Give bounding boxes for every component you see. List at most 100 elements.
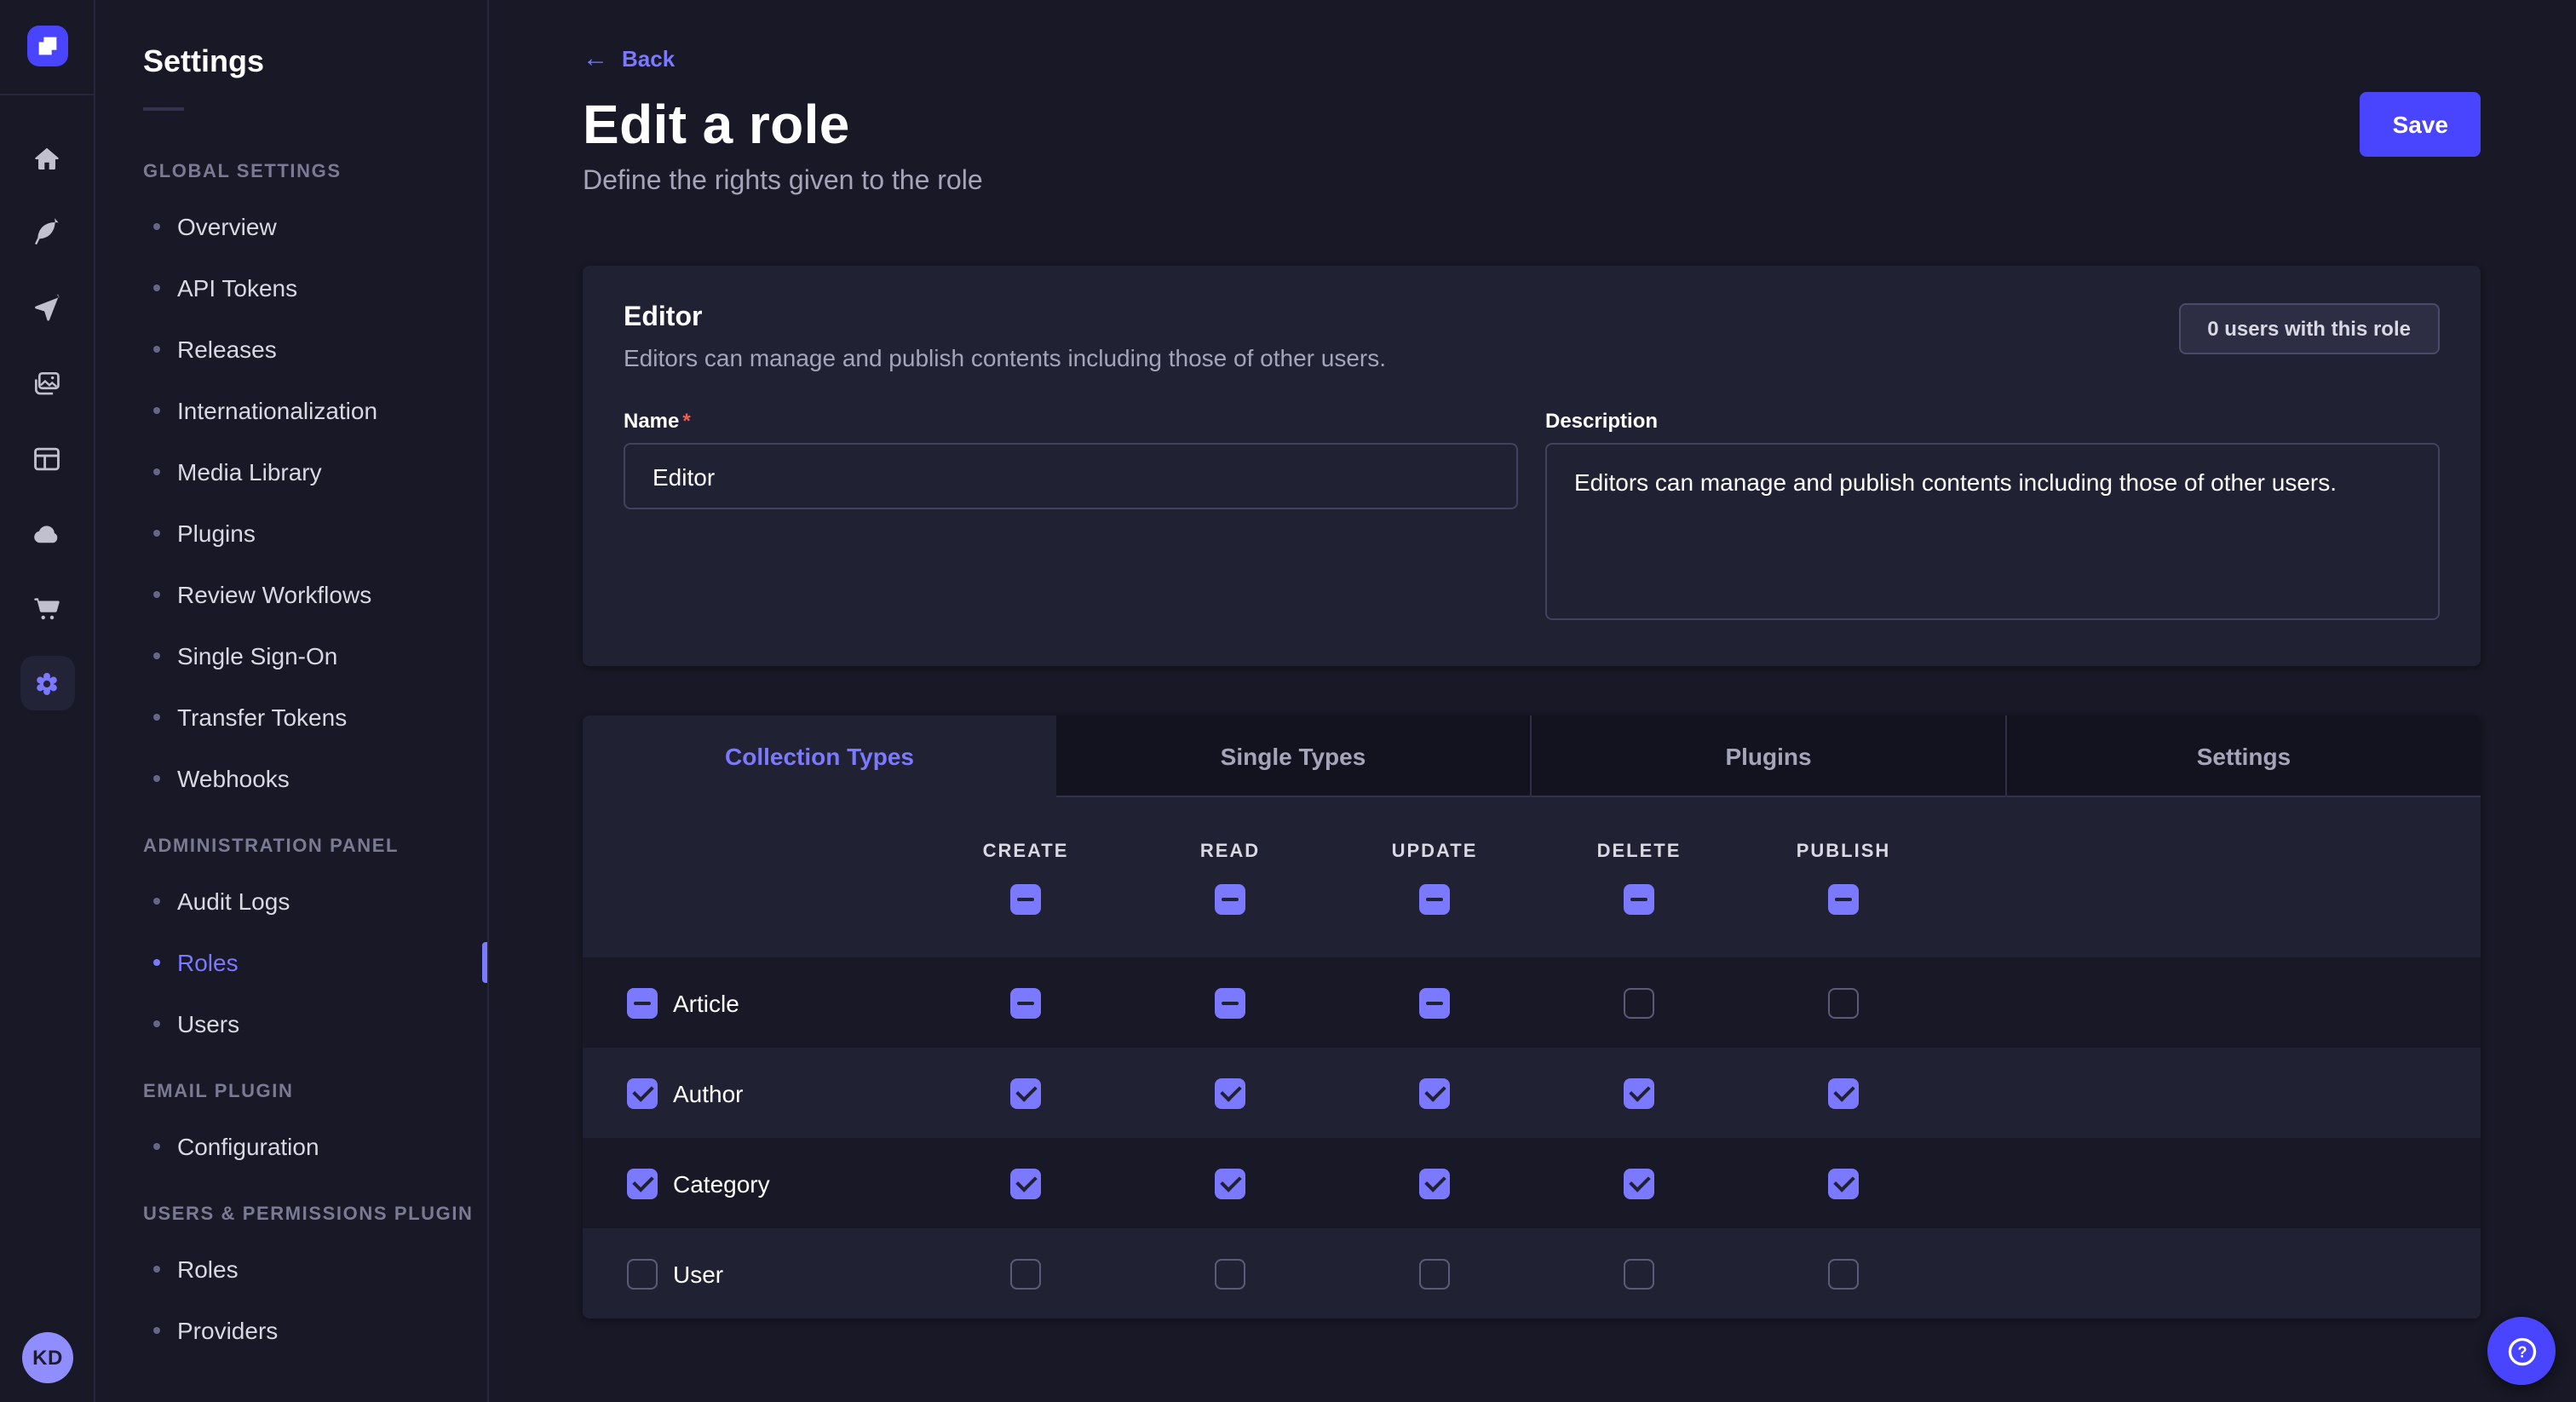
permission-cell [1128, 987, 1332, 1018]
description-label: Description [1545, 409, 2440, 433]
bullet-icon [153, 898, 160, 905]
back-link[interactable]: ← Back [583, 46, 675, 72]
article-update-indeterminate-checkbox[interactable] [1419, 987, 1450, 1018]
user-avatar[interactable]: KD [22, 1332, 73, 1383]
tab-collection-types[interactable]: Collection Types [583, 715, 1056, 797]
main-content: ← Back Edit a role Save Define the right… [489, 0, 2576, 1402]
author-read-checked-checkbox[interactable] [1215, 1077, 1245, 1108]
subnav-item-label: Internationalization [177, 397, 377, 424]
user-select-unchecked-checkbox[interactable] [627, 1258, 658, 1289]
paper-plane-icon[interactable] [20, 281, 74, 336]
author-publish-checked-checkbox[interactable] [1828, 1077, 1859, 1108]
subnav-item-label: Media Library [177, 458, 322, 486]
description-textarea[interactable]: Editors can manage and publish contents … [1545, 443, 2440, 620]
article-delete-unchecked-checkbox[interactable] [1624, 987, 1654, 1018]
settings-gear-icon[interactable] [20, 656, 74, 710]
user-delete-unchecked-checkbox[interactable] [1624, 1258, 1654, 1289]
user-publish-unchecked-checkbox[interactable] [1828, 1258, 1859, 1289]
category-publish-checked-checkbox[interactable] [1828, 1168, 1859, 1198]
tab-settings[interactable]: Settings [2005, 715, 2481, 797]
permission-cell [1537, 987, 1741, 1018]
article-select-indeterminate-checkbox[interactable] [627, 987, 658, 1018]
subnav-item-releases[interactable]: Releases [95, 319, 487, 380]
main-nav-rail: KD [0, 0, 95, 1402]
name-label: Name* [624, 409, 1518, 433]
article-create-indeterminate-checkbox[interactable] [1010, 987, 1041, 1018]
author-update-checked-checkbox[interactable] [1419, 1077, 1450, 1108]
user-create-unchecked-checkbox[interactable] [1010, 1258, 1041, 1289]
author-select-checked-checkbox[interactable] [627, 1077, 658, 1108]
subnav-item-plugins[interactable]: Plugins [95, 503, 487, 564]
select-all-row [583, 883, 2481, 914]
subnav-item-label: Webhooks [177, 765, 290, 792]
category-create-checked-checkbox[interactable] [1010, 1168, 1041, 1198]
permission-cell [1741, 1077, 1946, 1108]
user-read-unchecked-checkbox[interactable] [1215, 1258, 1245, 1289]
media-library-icon[interactable] [20, 356, 74, 411]
subnav-item-media-library[interactable]: Media Library [95, 441, 487, 503]
permissions-table-header: CREATEREADUPDATEDELETEPUBLISH [583, 797, 2481, 957]
strapi-logo[interactable] [26, 26, 67, 66]
home-icon[interactable] [20, 131, 74, 186]
subnav-item-internationalization[interactable]: Internationalization [95, 380, 487, 441]
subnav-item-transfer-tokens[interactable]: Transfer Tokens [95, 687, 487, 748]
tab-plugins[interactable]: Plugins [1530, 715, 2005, 797]
select-all-cell [1537, 883, 1741, 914]
name-input[interactable] [624, 443, 1518, 509]
cloud-icon[interactable] [20, 506, 74, 560]
subnav-item-review-workflows[interactable]: Review Workflows [95, 564, 487, 625]
role-details-card: Editor Editors can manage and publish co… [583, 266, 2481, 666]
bullet-icon [153, 714, 160, 721]
subnav-item-roles[interactable]: Roles [95, 1238, 487, 1300]
subnav-item-audit-logs[interactable]: Audit Logs [95, 871, 487, 932]
role-name-heading: Editor [624, 303, 1386, 334]
subnav-item-providers[interactable]: Providers [95, 1300, 487, 1361]
description-field-group: Description Editors can manage and publi… [1545, 409, 2440, 629]
article-read-indeterminate-checkbox[interactable] [1215, 987, 1245, 1018]
column-header-create: CREATE [923, 841, 1128, 861]
subnav-item-overview[interactable]: Overview [95, 196, 487, 257]
select-all-create-indeterminate-checkbox[interactable] [1010, 883, 1041, 914]
subnav-item-single-sign-on[interactable]: Single Sign-On [95, 625, 487, 687]
save-button[interactable]: Save [2360, 92, 2481, 157]
permission-cell [1741, 1258, 1946, 1289]
users-count-badge[interactable]: 0 users with this role [2178, 303, 2440, 354]
app-root: KD Settings GLOBAL SETTINGSOverviewAPI T… [0, 0, 2576, 1402]
role-card-heading-group: Editor Editors can manage and publish co… [624, 303, 1386, 371]
author-delete-checked-checkbox[interactable] [1624, 1077, 1654, 1108]
subnav-section-heading: ADMINISTRATION PANEL [95, 809, 487, 871]
content-manager-feather-icon[interactable] [20, 206, 74, 261]
role-description-text: Editors can manage and publish contents … [624, 344, 1386, 371]
select-all-read-indeterminate-checkbox[interactable] [1215, 883, 1245, 914]
permission-cell [1537, 1258, 1741, 1289]
marketplace-cart-icon[interactable] [20, 581, 74, 635]
select-all-delete-indeterminate-checkbox[interactable] [1624, 883, 1654, 914]
select-all-update-indeterminate-checkbox[interactable] [1419, 883, 1450, 914]
subnav-item-webhooks[interactable]: Webhooks [95, 748, 487, 809]
category-select-checked-checkbox[interactable] [627, 1168, 658, 1198]
select-all-publish-indeterminate-checkbox[interactable] [1828, 883, 1859, 914]
subnav-item-api-tokens[interactable]: API Tokens [95, 257, 487, 319]
permissions-table-rows: ArticleAuthorCategoryUser [583, 957, 2481, 1319]
role-form-fields: Name* Description Editors can manage and… [624, 409, 2440, 629]
subnav-item-label: Releases [177, 336, 277, 363]
user-update-unchecked-checkbox[interactable] [1419, 1258, 1450, 1289]
column-header-label: DELETE [1597, 841, 1682, 861]
title-row: Edit a role Save [583, 92, 2481, 157]
author-create-checked-checkbox[interactable] [1010, 1077, 1041, 1108]
subnav-item-configuration[interactable]: Configuration [95, 1116, 487, 1177]
select-all-cell [923, 883, 1128, 914]
tab-single-types[interactable]: Single Types [1056, 715, 1530, 797]
subnav-item-roles[interactable]: Roles [95, 932, 487, 993]
row-label-cell: Article [583, 987, 923, 1018]
category-update-checked-checkbox[interactable] [1419, 1168, 1450, 1198]
subnav-item-users[interactable]: Users [95, 993, 487, 1054]
column-header-delete: DELETE [1537, 841, 1741, 861]
help-button[interactable]: ? [2487, 1317, 2556, 1385]
article-publish-unchecked-checkbox[interactable] [1828, 987, 1859, 1018]
category-delete-checked-checkbox[interactable] [1624, 1168, 1654, 1198]
content-type-builder-icon[interactable] [20, 431, 74, 486]
subnav-item-label: Providers [177, 1317, 278, 1344]
bullet-icon [153, 1020, 160, 1027]
category-read-checked-checkbox[interactable] [1215, 1168, 1245, 1198]
